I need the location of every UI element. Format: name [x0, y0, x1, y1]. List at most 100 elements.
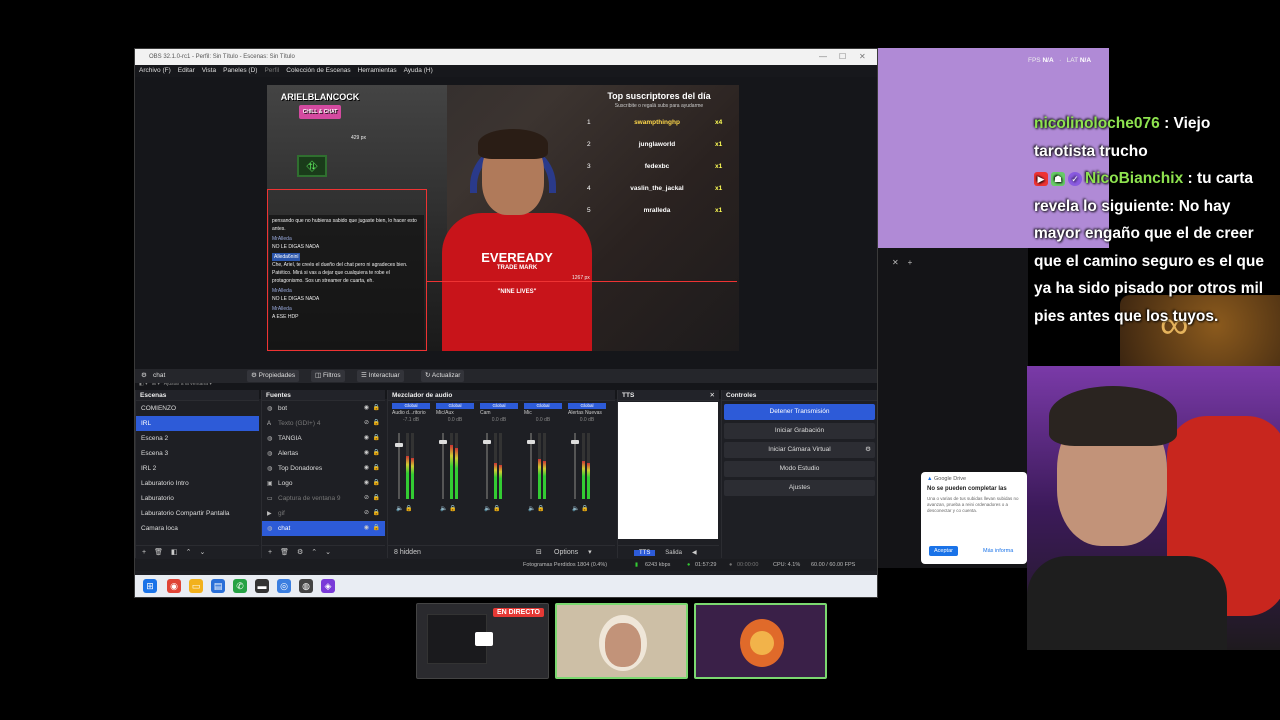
- stream-preview[interactable]: ⛗ ARIELBLANCOCK CHILL & CHAT 429 px pens…: [267, 85, 739, 351]
- visibility-eye-icon[interactable]: ◉: [364, 476, 369, 491]
- scene-item[interactable]: IRL: [136, 416, 259, 431]
- app-icon[interactable]: ▤: [211, 579, 225, 593]
- add-scene-icon[interactable]: +: [142, 549, 146, 556]
- windows-start-icon[interactable]: ⊞: [143, 579, 157, 593]
- tab-tts[interactable]: TTS: [634, 550, 656, 556]
- whatsapp-icon[interactable]: ✆: [233, 579, 247, 593]
- move-down-icon[interactable]: ⌄: [325, 549, 331, 556]
- mixer-channel-buttons[interactable]: 🔈 🔒: [484, 505, 501, 512]
- move-up-icon[interactable]: ⌃: [311, 549, 317, 556]
- filter-scene-icon[interactable]: ◧: [171, 549, 178, 556]
- refresh-button[interactable]: ↻ Actualizar: [421, 370, 465, 382]
- interact-button[interactable]: ☰ Interactuar: [357, 370, 404, 382]
- lock-icon[interactable]: 🔒: [373, 431, 380, 446]
- visibility-eye-icon[interactable]: ◉: [364, 461, 369, 476]
- add-source-icon[interactable]: +: [268, 549, 272, 556]
- volume-fader[interactable]: [439, 433, 447, 499]
- scene-item[interactable]: Laburatorio Intro: [136, 476, 259, 491]
- source-gear-icon[interactable]: ⚙: [141, 369, 147, 383]
- visibility-eye-icon[interactable]: ◉: [364, 446, 369, 461]
- lock-icon[interactable]: 🔒: [373, 521, 380, 536]
- source-item[interactable]: ◍ TANGIA ◉ 🔒: [262, 431, 385, 446]
- volume-fader[interactable]: [483, 433, 491, 499]
- lock-icon[interactable]: 🔒: [373, 491, 380, 506]
- source-item[interactable]: ◍ Alertas ◉ 🔒: [262, 446, 385, 461]
- virtual-cam-settings-icon[interactable]: ⚙: [865, 442, 871, 458]
- menu-item[interactable]: Vista: [202, 67, 216, 74]
- properties-button[interactable]: ⚙ Propiedades: [247, 370, 300, 382]
- thumbnail-screen[interactable]: EN DIRECTO: [416, 603, 549, 679]
- chrome-icon[interactable]: ◉: [167, 579, 181, 593]
- folder-icon[interactable]: ▭: [189, 579, 203, 593]
- volume-fader[interactable]: [395, 433, 403, 499]
- move-down-icon[interactable]: ⌄: [199, 549, 205, 556]
- scene-item[interactable]: Camara loca: [136, 521, 259, 536]
- scene-item[interactable]: Laburatorio: [136, 491, 259, 506]
- terminal-icon[interactable]: ▬: [255, 579, 269, 593]
- maximize-icon[interactable]: ☐: [839, 49, 846, 65]
- scene-item[interactable]: Escena 3: [136, 446, 259, 461]
- lock-icon[interactable]: 🔒: [581, 506, 588, 512]
- lock-icon[interactable]: 🔒: [373, 416, 380, 431]
- control-button[interactable]: Iniciar Grabación: [724, 423, 875, 439]
- lock-icon[interactable]: 🔒: [373, 401, 380, 416]
- selection-box[interactable]: [267, 189, 427, 351]
- mixer-channel-buttons[interactable]: 🔈 🔒: [396, 505, 413, 512]
- fader-knob[interactable]: [527, 439, 535, 444]
- tab-arrow-icon[interactable]: ◀: [692, 550, 697, 556]
- volume-fader[interactable]: [571, 433, 579, 499]
- source-settings-icon[interactable]: ⚙: [297, 549, 303, 556]
- lock-icon[interactable]: 🔒: [449, 506, 456, 512]
- thumbnail-guest[interactable]: [694, 603, 827, 679]
- volume-fader[interactable]: [527, 433, 535, 499]
- close-icon[interactable]: ✕: [859, 49, 866, 65]
- mixer-options-button[interactable]: Options ▾: [554, 546, 592, 559]
- mixer-channel-buttons[interactable]: 🔈 🔒: [528, 505, 545, 512]
- speaker-icon[interactable]: 🔈: [396, 506, 403, 512]
- mixer-channel-buttons[interactable]: 🔈 🔒: [440, 505, 457, 512]
- remove-scene-icon[interactable]: 🗑: [154, 549, 163, 556]
- lock-icon[interactable]: 🔒: [373, 476, 380, 491]
- menu-item[interactable]: Editar: [178, 67, 195, 74]
- source-item[interactable]: ▣ Logo ◉ 🔒: [262, 476, 385, 491]
- visibility-eye-icon[interactable]: ◉: [364, 401, 369, 416]
- scene-item[interactable]: Escena 2: [136, 431, 259, 446]
- fader-knob[interactable]: [483, 439, 491, 444]
- lock-icon[interactable]: 🔒: [373, 446, 380, 461]
- menu-item[interactable]: Perfil: [264, 67, 279, 74]
- menu-item[interactable]: Herramientas: [358, 67, 397, 74]
- gdrive-accept-button[interactable]: Aceptar: [929, 546, 958, 556]
- mixer-layout-icon[interactable]: ⊟: [536, 546, 542, 559]
- speaker-icon[interactable]: 🔈: [484, 506, 491, 512]
- close-icon[interactable]: ✕: [710, 390, 715, 401]
- fader-knob[interactable]: [571, 439, 579, 444]
- control-button[interactable]: Iniciar Cámara Virtual ⚙: [724, 442, 875, 458]
- preview-area[interactable]: ⛗ ARIELBLANCOCK CHILL & CHAT 429 px pens…: [135, 77, 877, 399]
- source-item[interactable]: ◍ bot ◉ 🔒: [262, 401, 385, 416]
- visibility-eye-icon[interactable]: ⊘: [364, 491, 369, 506]
- menu-item[interactable]: Colección de Escenas: [286, 67, 350, 74]
- filters-button[interactable]: ◫ Filtros: [311, 370, 345, 382]
- control-button[interactable]: Modo Estudio: [724, 461, 875, 477]
- mixer-channel-buttons[interactable]: 🔈 🔒: [572, 505, 589, 512]
- scene-item[interactable]: Laburatorio Compartir Pantalla: [136, 506, 259, 521]
- menu-item[interactable]: Paneles (D): [223, 67, 257, 74]
- minimize-icon[interactable]: —: [819, 49, 827, 65]
- visibility-eye-icon[interactable]: ⊘: [364, 506, 369, 521]
- obs-icon[interactable]: ◍: [299, 579, 313, 593]
- close-icon[interactable]: ✕ +: [892, 258, 912, 267]
- gdrive-more-link[interactable]: Más informa: [983, 548, 1013, 554]
- speaker-icon[interactable]: 🔈: [440, 506, 447, 512]
- control-button[interactable]: Detener Transmisión: [724, 404, 875, 420]
- speaker-icon[interactable]: 🔈: [572, 506, 579, 512]
- tts-browser-panel[interactable]: [618, 402, 718, 539]
- fader-knob[interactable]: [439, 439, 447, 444]
- tab-salida[interactable]: Salida: [665, 550, 682, 556]
- control-button[interactable]: Ajustes: [724, 480, 875, 496]
- menu-item[interactable]: Archivo (F): [139, 67, 171, 74]
- lock-icon[interactable]: 🔒: [493, 506, 500, 512]
- remove-source-icon[interactable]: 🗑: [280, 549, 289, 556]
- source-item[interactable]: ▭ Captura de ventana 9 ⊘ 🔒: [262, 491, 385, 506]
- source-item[interactable]: ◍ chat ◉ 🔒: [262, 521, 385, 536]
- speaker-icon[interactable]: 🔈: [528, 506, 535, 512]
